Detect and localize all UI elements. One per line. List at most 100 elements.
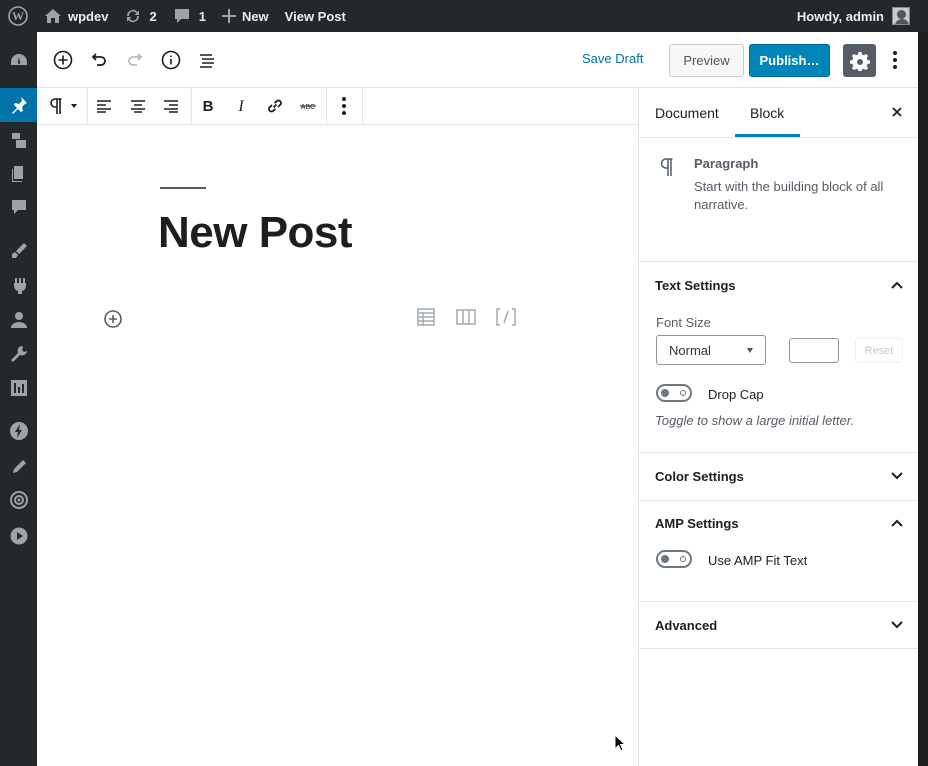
quick-insert-columns-icon[interactable]: [455, 306, 477, 328]
target-icon[interactable]: [0, 483, 37, 517]
chevron-up-icon[interactable]: [889, 515, 905, 531]
block-card-title: Paragraph: [694, 156, 759, 171]
align-left-button[interactable]: [95, 88, 113, 124]
italic-button[interactable]: I: [232, 88, 250, 124]
add-block-button[interactable]: [47, 44, 79, 76]
text-settings-toggle[interactable]: Text Settings: [655, 278, 736, 293]
bold-button[interactable]: B: [199, 88, 217, 124]
comments-menu-icon[interactable]: [0, 190, 37, 224]
sidebar-tabs: Document Block: [639, 88, 919, 138]
italic-icon: I: [237, 98, 244, 114]
amp-fit-text-toggle[interactable]: [656, 550, 692, 568]
settings-button[interactable]: [843, 44, 876, 77]
chevron-down-icon[interactable]: [889, 617, 905, 633]
block-navigation-button[interactable]: [191, 44, 223, 76]
align-center-button[interactable]: [129, 88, 147, 124]
svg-text:W: W: [12, 9, 24, 23]
comments-link[interactable]: 1: [165, 0, 214, 32]
content-info-button[interactable]: [155, 44, 187, 76]
home-icon: [45, 9, 61, 23]
account-menu[interactable]: Howdy, admin: [797, 7, 928, 25]
site-name-link[interactable]: wpdev: [36, 0, 116, 32]
reset-font-size-button[interactable]: Reset: [855, 338, 903, 363]
align-center-icon: [131, 100, 145, 113]
block-card-description: Start with the building block of all nar…: [694, 179, 884, 212]
advanced-toggle[interactable]: Advanced: [655, 618, 717, 633]
updates-icon: [127, 9, 140, 23]
plus-icon: [221, 9, 236, 23]
active-tab-indicator: [735, 134, 800, 137]
wordpress-logo-icon[interactable]: W: [0, 0, 36, 32]
svg-text:B: B: [203, 98, 214, 114]
play-icon[interactable]: [0, 519, 37, 553]
align-right-icon: [164, 100, 178, 113]
tab-block[interactable]: Block: [750, 105, 784, 121]
close-sidebar-button[interactable]: [889, 104, 905, 120]
appearance-icon[interactable]: [0, 234, 37, 268]
gear-icon: [849, 51, 870, 71]
updates-count: 2: [149, 8, 157, 24]
chevron-up-icon[interactable]: [889, 277, 905, 293]
font-size-select[interactable]: Normal: [656, 335, 766, 365]
comments-count: 1: [198, 8, 206, 24]
new-content-link[interactable]: New: [214, 0, 277, 32]
chevron-down-icon: [71, 104, 77, 108]
comment-icon: [174, 9, 189, 23]
chevron-down-icon[interactable]: [889, 468, 905, 484]
paragraph-icon: [659, 157, 675, 180]
color-settings-toggle[interactable]: Color Settings: [655, 469, 744, 484]
inline-inserter-button[interactable]: [103, 309, 123, 329]
align-right-button[interactable]: [162, 88, 180, 124]
more-options-button[interactable]: [887, 48, 903, 72]
updates-link[interactable]: 2: [116, 0, 164, 32]
tools-icon[interactable]: [0, 337, 37, 371]
quick-insert-table-icon[interactable]: [415, 306, 437, 328]
media-icon[interactable]: [0, 123, 37, 157]
post-title[interactable]: New Post: [158, 208, 353, 258]
undo-button[interactable]: [83, 44, 115, 76]
redo-button[interactable]: [119, 44, 151, 76]
settings-sidebar: Document Block Paragraph Start with the …: [638, 88, 919, 766]
drop-cap-help: Toggle to show a large initial letter.: [655, 413, 855, 428]
pencil-icon[interactable]: [0, 450, 37, 484]
link-button[interactable]: [264, 88, 286, 124]
new-label: New: [241, 8, 269, 24]
font-size-value: Normal: [669, 342, 711, 358]
pages-icon[interactable]: [0, 157, 37, 191]
block-more-options-button[interactable]: [334, 88, 354, 124]
tab-document[interactable]: Document: [655, 105, 719, 121]
block-type-switcher[interactable]: [45, 88, 81, 124]
save-draft-button[interactable]: Save Draft: [582, 51, 643, 66]
dashboard-icon[interactable]: [0, 44, 37, 78]
drop-cap-label: Drop Cap: [708, 387, 764, 402]
howdy-greeting: Howdy, admin: [796, 8, 884, 24]
link-icon: [268, 99, 282, 113]
block-toolbar: B I ABC: [37, 88, 363, 125]
posts-icon[interactable]: [0, 88, 37, 122]
amp-icon[interactable]: [0, 414, 37, 448]
mouse-cursor-icon: [614, 734, 626, 752]
quick-insert-shortcode-icon[interactable]: [495, 306, 517, 328]
strikethrough-icon: ABC: [300, 104, 316, 111]
site-name: wpdev: [68, 8, 109, 24]
view-post-link[interactable]: View Post: [277, 0, 354, 32]
settings-menu-icon[interactable]: [0, 371, 37, 405]
info-icon: [161, 50, 181, 70]
strikethrough-button[interactable]: ABC: [297, 88, 319, 124]
chevron-down-icon: [747, 348, 753, 353]
drop-cap-toggle[interactable]: [656, 384, 692, 402]
svg-text:ABC: ABC: [301, 104, 315, 111]
custom-font-size-input[interactable]: [789, 338, 839, 363]
editor-header: Save Draft Preview Publish…: [37, 32, 918, 88]
block-editor: Save Draft Preview Publish… B I ABC New …: [37, 32, 919, 766]
preview-button[interactable]: Preview: [669, 44, 744, 77]
amp-settings-toggle[interactable]: AMP Settings: [655, 516, 739, 531]
publish-button[interactable]: Publish…: [749, 44, 830, 77]
close-icon: [892, 107, 902, 117]
title-separator: [160, 187, 206, 189]
plugins-icon[interactable]: [0, 269, 37, 303]
plus-circle-icon: [104, 310, 122, 328]
users-icon[interactable]: [0, 303, 37, 337]
amp-fit-text-label: Use AMP Fit Text: [708, 553, 808, 568]
list-icon: [200, 54, 214, 68]
